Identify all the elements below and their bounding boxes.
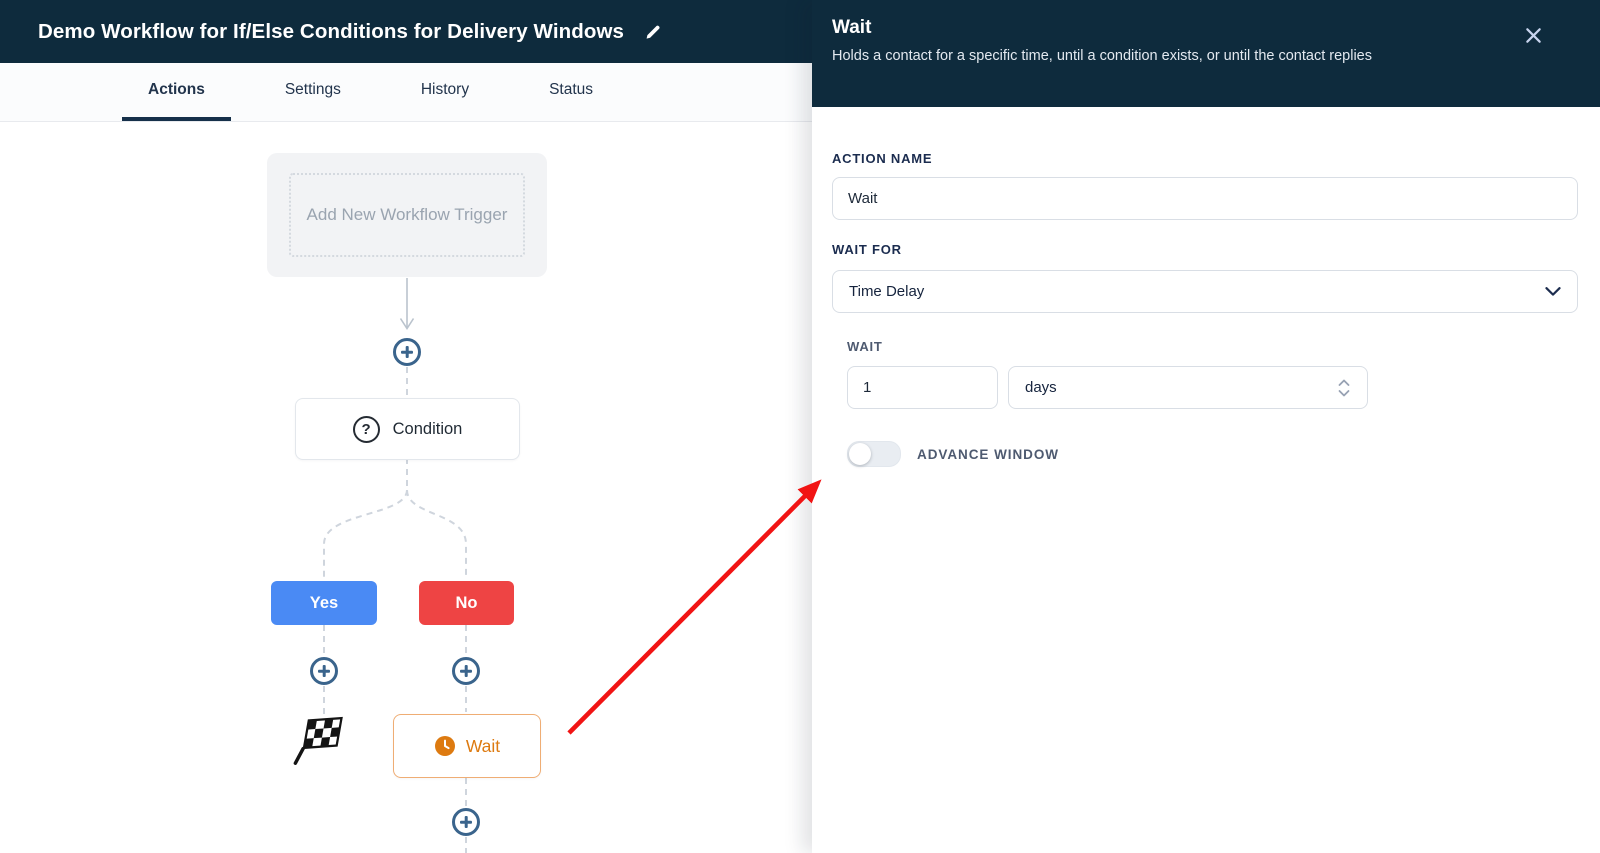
wait-unit-select[interactable]: days — [1008, 366, 1368, 409]
condition-node[interactable]: Condition — [295, 398, 520, 460]
close-icon — [1524, 26, 1543, 45]
workflow-canvas: Add New Workflow Trigger Condition Yes N… — [0, 122, 812, 853]
edit-title-icon[interactable] — [642, 21, 664, 43]
advance-window-label: ADVANCE WINDOW — [917, 447, 1059, 462]
wait-unit-selected-value: days — [1025, 379, 1057, 396]
workflow-editor: Demo Workflow for If/Else Conditions for… — [0, 0, 812, 853]
workflow-title-bar: Demo Workflow for If/Else Conditions for… — [0, 0, 812, 63]
tab-actions[interactable]: Actions — [122, 63, 231, 121]
wait-amount-input[interactable] — [847, 366, 998, 409]
pencil-icon — [644, 23, 662, 41]
wait-label: WAIT — [847, 339, 1578, 354]
advance-window-toggle[interactable] — [847, 441, 901, 467]
condition-node-label: Condition — [393, 420, 463, 439]
question-circle-icon — [353, 416, 380, 443]
add-trigger-button[interactable]: Add New Workflow Trigger — [267, 153, 547, 277]
tab-status[interactable]: Status — [523, 63, 619, 121]
toggle-knob — [849, 443, 871, 465]
wait-node[interactable]: Wait — [393, 714, 541, 778]
tab-history[interactable]: History — [395, 63, 495, 121]
add-step-button-no-branch[interactable] — [452, 657, 480, 685]
yes-branch-badge[interactable]: Yes — [271, 581, 377, 625]
panel-header: Wait Holds a contact for a specific time… — [812, 0, 1600, 107]
panel-body: ACTION NAME WAIT FOR Time Delay WAIT day… — [812, 151, 1600, 467]
wait-for-selected-value: Time Delay — [849, 283, 924, 300]
workflow-title: Demo Workflow for If/Else Conditions for… — [38, 20, 624, 44]
wait-settings-panel: Wait Holds a contact for a specific time… — [812, 0, 1600, 853]
add-trigger-label: Add New Workflow Trigger — [307, 202, 508, 228]
advance-window-row: ADVANCE WINDOW — [847, 441, 1578, 467]
add-step-button-yes-branch[interactable] — [310, 657, 338, 685]
wait-for-label: WAIT FOR — [832, 242, 1578, 257]
panel-subtitle: Holds a contact for a specific time, unt… — [832, 48, 1540, 64]
wait-node-label: Wait — [466, 736, 500, 757]
wait-for-select[interactable]: Time Delay — [832, 270, 1578, 313]
workflow-builder-app: Demo Workflow for If/Else Conditions for… — [0, 0, 1600, 853]
add-step-button-top[interactable] — [393, 338, 421, 366]
clock-icon — [434, 735, 456, 757]
close-panel-button[interactable] — [1522, 24, 1544, 46]
tab-bar: Actions Settings History Status — [0, 63, 812, 122]
no-branch-badge[interactable]: No — [419, 581, 514, 625]
stepper-arrows-icon — [1337, 378, 1351, 398]
action-name-label: ACTION NAME — [832, 151, 1578, 166]
add-step-button-bottom[interactable] — [452, 808, 480, 836]
tab-settings[interactable]: Settings — [259, 63, 367, 121]
end-of-workflow-flag-icon — [292, 714, 346, 768]
action-name-input[interactable] — [832, 177, 1578, 220]
wait-duration-section: WAIT days ADVANCE WINDOW — [847, 339, 1578, 467]
panel-title: Wait — [832, 17, 1540, 39]
chevron-down-icon — [1545, 287, 1561, 296]
